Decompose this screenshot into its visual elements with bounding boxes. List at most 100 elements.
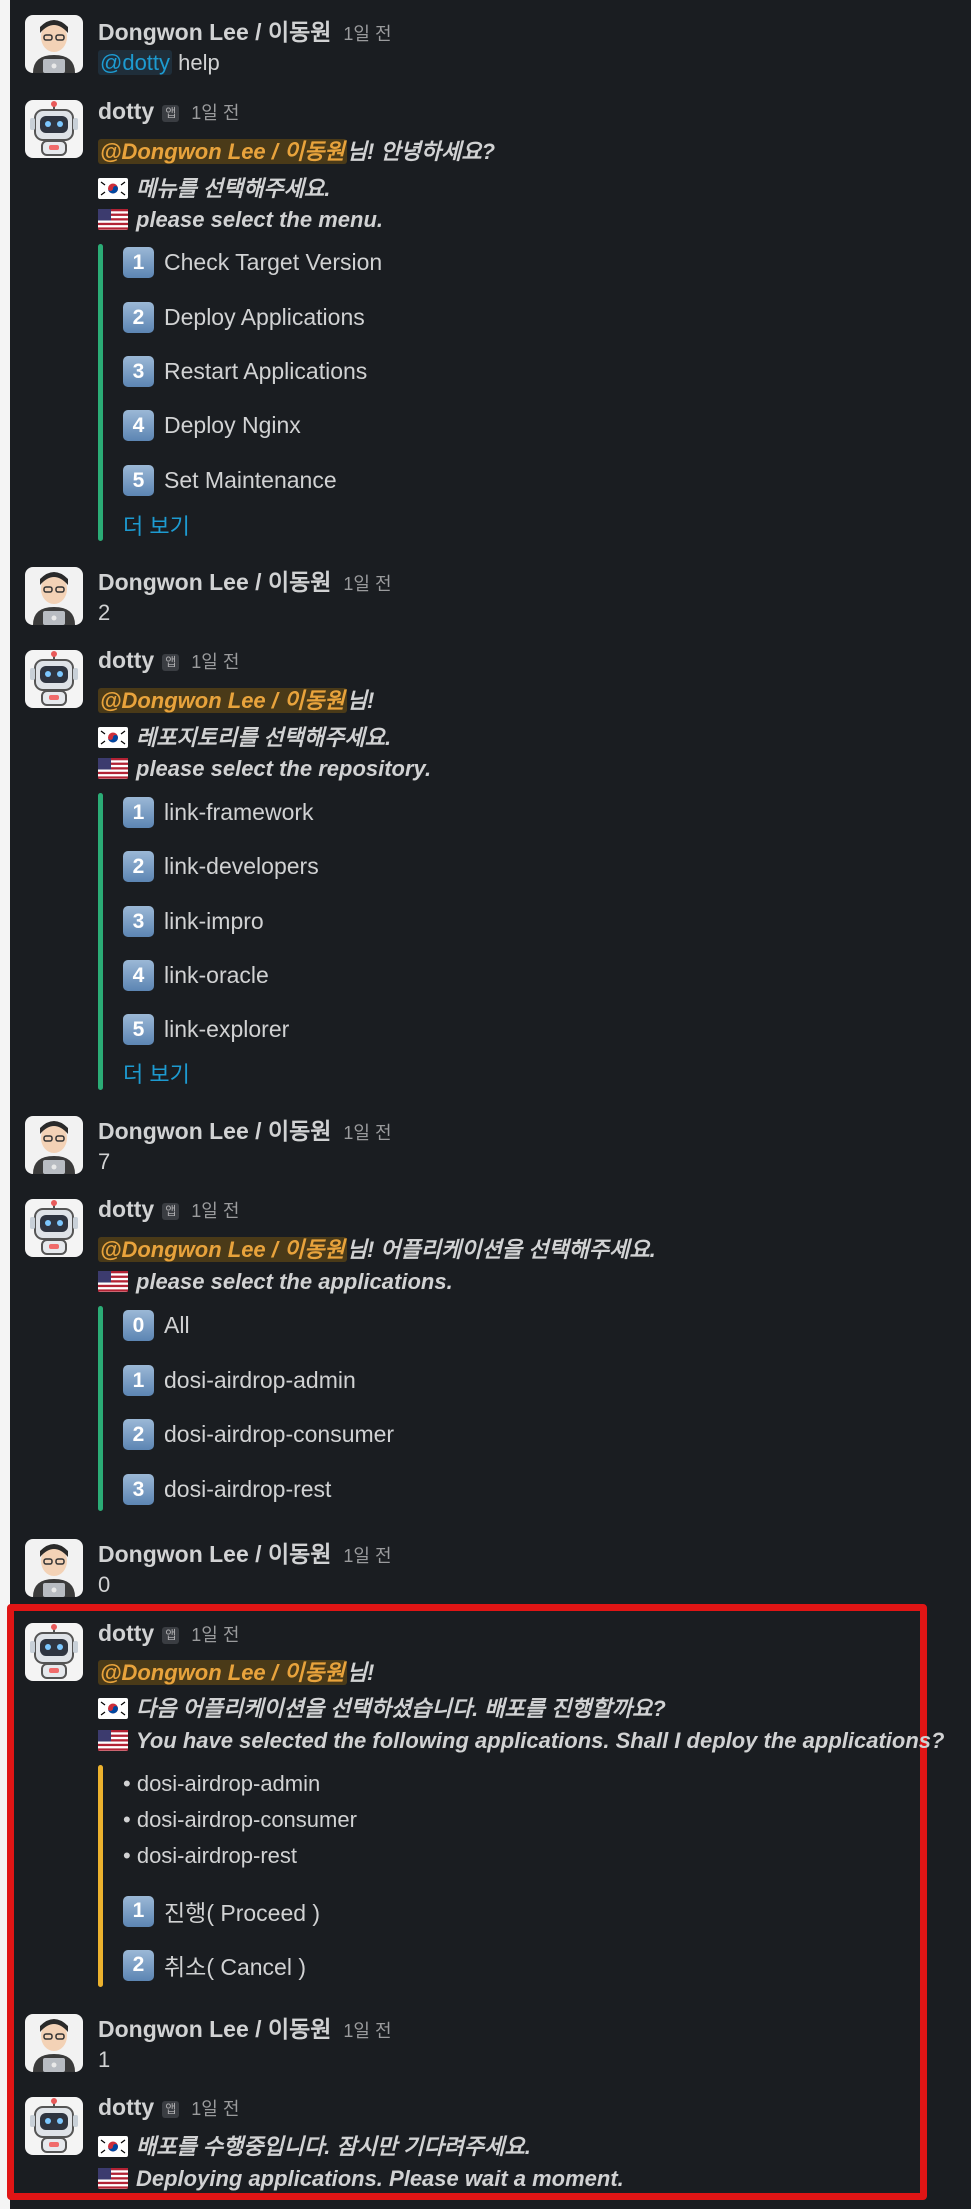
user-avatar[interactable]: [25, 15, 83, 73]
timestamp[interactable]: 1일 전: [343, 1542, 391, 1568]
attachment-bar: [98, 1765, 103, 1987]
english-line: please select the repository.: [98, 756, 431, 782]
message-text: 7: [98, 1149, 111, 1174]
keycap-number-icon: 1: [123, 1365, 154, 1396]
keycap-number-icon: 5: [123, 465, 154, 496]
message-text: 1: [98, 2047, 111, 2072]
message-text: 0: [98, 1572, 111, 1597]
sender-name[interactable]: Dongwon Lee / 이동원: [98, 563, 331, 597]
menu-option[interactable]: 5 Set Maintenance: [123, 465, 337, 496]
user-mention[interactable]: @Dongwon Lee / 이동원: [98, 688, 347, 713]
english-line: please select the applications.: [98, 1269, 453, 1295]
us-flag-icon: [98, 1271, 128, 1292]
bot-name[interactable]: dotty: [98, 1196, 154, 1223]
timestamp[interactable]: 1일 전: [191, 99, 239, 125]
user-avatar[interactable]: [25, 2014, 83, 2072]
menu-option[interactable]: 2 Deploy Applications: [123, 302, 365, 333]
keycap-number-icon: 3: [123, 1474, 154, 1505]
keycap-number-icon: 2: [123, 1949, 154, 1981]
sender-name[interactable]: Dongwon Lee / 이동원: [98, 2010, 331, 2044]
timestamp[interactable]: 1일 전: [191, 648, 239, 674]
bot-name[interactable]: dotty: [98, 98, 154, 125]
bot-name[interactable]: dotty: [98, 1620, 154, 1647]
bot-avatar[interactable]: [25, 100, 83, 158]
repo-option[interactable]: 2 link-developers: [123, 851, 319, 882]
repo-option[interactable]: 1 link-framework: [123, 797, 314, 828]
keycap-number-icon: 5: [123, 1014, 154, 1045]
repo-option[interactable]: 4 link-oracle: [123, 960, 269, 991]
keycap-number-icon: 4: [123, 960, 154, 991]
bot-avatar[interactable]: [25, 2097, 83, 2155]
show-more-link[interactable]: 더 보기: [123, 509, 190, 541]
message-text: @dotty help: [98, 50, 220, 75]
app-badge: 앱: [162, 1203, 180, 1220]
bot-mention[interactable]: @dotty: [98, 50, 173, 75]
timestamp[interactable]: 1일 전: [191, 1621, 239, 1647]
keycap-number-icon: 2: [123, 851, 154, 882]
cancel-option[interactable]: 2 취소( Cancel ): [123, 1948, 306, 1982]
user-avatar[interactable]: [25, 1539, 83, 1597]
timestamp[interactable]: 1일 전: [191, 1197, 239, 1223]
timestamp[interactable]: 1일 전: [343, 1119, 391, 1145]
app-option[interactable]: 1 dosi-airdrop-admin: [123, 1365, 356, 1396]
keycap-number-icon: 1: [123, 1895, 154, 1927]
user-mention[interactable]: @Dongwon Lee / 이동원: [98, 1237, 347, 1262]
bot-name[interactable]: dotty: [98, 2094, 154, 2121]
bot-avatar[interactable]: [25, 1623, 83, 1681]
keycap-number-icon: 1: [123, 797, 154, 828]
message-text: 2: [98, 600, 111, 625]
korea-flag-icon: [98, 178, 128, 199]
sender-name[interactable]: Dongwon Lee / 이동원: [98, 13, 331, 47]
timestamp[interactable]: 1일 전: [343, 570, 391, 596]
repo-option[interactable]: 3 link-impro: [123, 906, 264, 937]
greeting-line: @Dongwon Lee / 이동원님!: [98, 1660, 375, 1685]
app-badge: 앱: [162, 105, 180, 122]
attachment-bar: [98, 793, 103, 1090]
english-line: please select the menu.: [98, 207, 383, 233]
repo-option[interactable]: 5 link-explorer: [123, 1014, 289, 1045]
app-badge: 앱: [162, 2101, 180, 2118]
selected-app-bullet: • dosi-airdrop-admin: [123, 1771, 321, 1796]
user-avatar[interactable]: [25, 1116, 83, 1174]
timestamp[interactable]: 1일 전: [343, 2017, 391, 2043]
sender-name[interactable]: Dongwon Lee / 이동원: [98, 1112, 331, 1146]
greeting-line: @Dongwon Lee / 이동원님!: [98, 688, 375, 713]
keycap-number-icon: 3: [123, 356, 154, 387]
korean-line: 배포를 수행중입니다. 잠시만 기다려주세요.: [98, 2129, 531, 2161]
us-flag-icon: [98, 1730, 128, 1751]
bot-avatar[interactable]: [25, 1199, 83, 1257]
app-option[interactable]: 0 All: [123, 1310, 190, 1341]
selected-app-bullet: • dosi-airdrop-rest: [123, 1843, 297, 1868]
timestamp[interactable]: 1일 전: [343, 20, 391, 46]
greeting-line: @Dongwon Lee / 이동원님! 안녕하세요?: [98, 139, 496, 164]
korea-flag-icon: [98, 1698, 128, 1719]
english-line: Deploying applications. Please wait a mo…: [98, 2166, 624, 2192]
menu-option[interactable]: 4 Deploy Nginx: [123, 410, 301, 441]
app-badge: 앱: [162, 654, 180, 671]
proceed-option[interactable]: 1 진행( Proceed ): [123, 1894, 320, 1928]
show-more-link[interactable]: 더 보기: [123, 1057, 190, 1089]
user-mention[interactable]: @Dongwon Lee / 이동원: [98, 1660, 347, 1685]
menu-option[interactable]: 1 Check Target Version: [123, 247, 382, 278]
keycap-number-icon: 4: [123, 410, 154, 441]
sender-name[interactable]: Dongwon Lee / 이동원: [98, 1535, 331, 1569]
app-badge: 앱: [162, 1627, 180, 1644]
korean-line: 레포지토리를 선택해주세요.: [98, 720, 391, 752]
keycap-number-icon: 0: [123, 1310, 154, 1341]
bot-avatar[interactable]: [25, 650, 83, 708]
user-mention[interactable]: @Dongwon Lee / 이동원: [98, 139, 347, 164]
korean-line: 메뉴를 선택해주세요.: [98, 171, 330, 203]
app-option[interactable]: 3 dosi-airdrop-rest: [123, 1474, 331, 1505]
keycap-number-icon: 3: [123, 906, 154, 937]
timestamp[interactable]: 1일 전: [191, 2095, 239, 2121]
menu-option[interactable]: 3 Restart Applications: [123, 356, 367, 387]
english-line: You have selected the following applicat…: [98, 1728, 944, 1754]
bot-name[interactable]: dotty: [98, 647, 154, 674]
korean-line: 다음 어플리케이션을 선택하셨습니다. 배포를 진행할까요?: [98, 1691, 666, 1723]
user-avatar[interactable]: [25, 567, 83, 625]
attachment-bar: [98, 244, 103, 541]
us-flag-icon: [98, 758, 128, 779]
us-flag-icon: [98, 209, 128, 230]
attachment-bar: [98, 1306, 103, 1511]
app-option[interactable]: 2 dosi-airdrop-consumer: [123, 1419, 394, 1450]
